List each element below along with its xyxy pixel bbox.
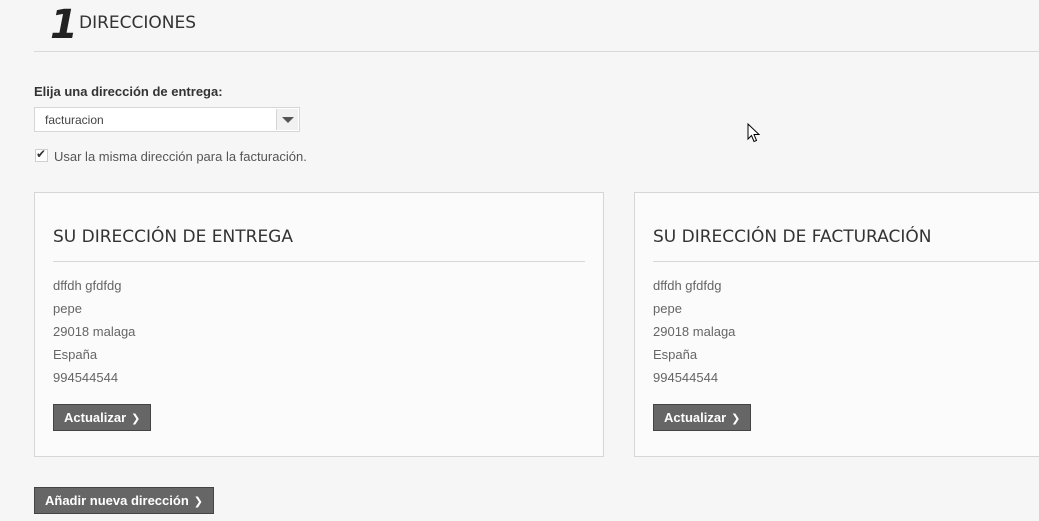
update-button-label: Actualizar — [64, 410, 127, 425]
step-header: 1 DIRECCIONES — [34, 0, 1039, 52]
update-billing-button[interactable]: Actualizar ❯ — [653, 404, 752, 431]
divider — [53, 261, 585, 262]
billing-address-card: SU DIRECCIÓN DE FACTURACIÓN dffdh gfdfdg… — [634, 192, 1039, 457]
delivery-address-label: Elija una dirección de entrega: — [34, 84, 223, 99]
address-line-street: pepe — [53, 301, 82, 316]
mouse-pointer-icon — [747, 123, 761, 143]
chevron-right-icon: ❯ — [131, 412, 141, 425]
address-line-phone: 994544544 — [653, 370, 719, 385]
delivery-address-title: SU DIRECCIÓN DE ENTREGA — [53, 227, 293, 247]
address-line-phone: 994544544 — [53, 370, 119, 385]
delivery-address-card: SU DIRECCIÓN DE ENTREGA dffdh gfdfdg pep… — [34, 192, 604, 457]
check-icon: ✔ — [36, 147, 47, 161]
chevron-right-icon: ❯ — [731, 412, 741, 425]
add-new-address-button[interactable]: Añadir nueva dirección ❯ — [34, 487, 214, 514]
delivery-address-select[interactable]: facturacion — [34, 107, 300, 132]
step-number: 1 — [50, 2, 78, 48]
same-address-label[interactable]: Usar la misma dirección para la facturac… — [54, 149, 307, 164]
divider — [653, 261, 1039, 262]
add-address-label: Añadir nueva dirección — [45, 493, 189, 508]
same-address-checkbox[interactable]: ✔ — [35, 147, 48, 162]
dropdown-toggle[interactable] — [276, 109, 298, 130]
update-button-label: Actualizar — [664, 410, 727, 425]
step-title: DIRECCIONES — [79, 13, 197, 33]
address-line-country: España — [653, 347, 698, 362]
delivery-address-select-value: facturacion — [45, 113, 104, 127]
caret-down-icon — [282, 117, 294, 123]
address-line-name: dffdh gfdfdg — [653, 278, 722, 293]
update-delivery-button[interactable]: Actualizar ❯ — [53, 404, 152, 431]
address-line-city: 29018 malaga — [653, 324, 736, 339]
billing-address-title: SU DIRECCIÓN DE FACTURACIÓN — [653, 227, 932, 247]
address-line-country: España — [53, 347, 98, 362]
address-line-street: pepe — [653, 301, 682, 316]
address-line-city: 29018 malaga — [53, 324, 136, 339]
chevron-right-icon: ❯ — [193, 495, 203, 508]
address-line-name: dffdh gfdfdg — [53, 278, 122, 293]
